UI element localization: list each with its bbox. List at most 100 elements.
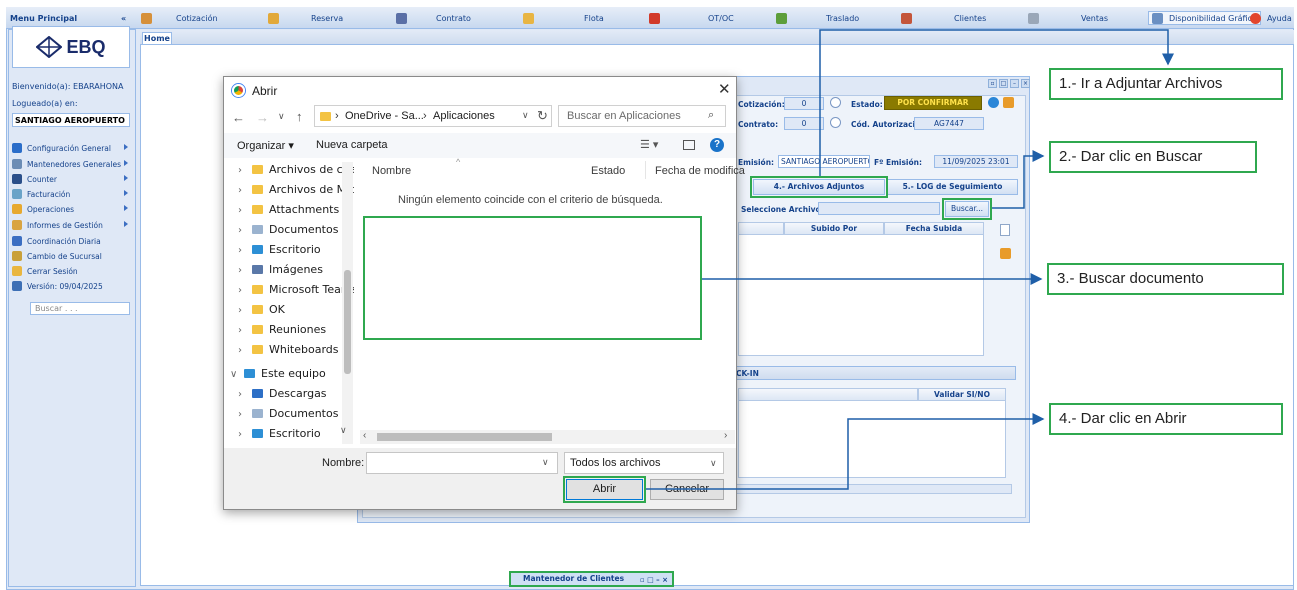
dialog-close-icon[interactable]: ✕ [718, 80, 731, 98]
file-type-select[interactable]: Todos los archivos ∨ [564, 452, 724, 474]
topbar-traslado[interactable]: Traslado [826, 11, 859, 25]
disponibilidad-button[interactable]: Disponibilidad Gráfica [1148, 11, 1261, 25]
tree-scroll-thumb[interactable] [344, 270, 351, 374]
tree-item[interactable]: › Whiteboards [238, 341, 338, 359]
email-icon[interactable] [1000, 248, 1011, 259]
file-type-dropdown-icon[interactable]: ∨ [710, 458, 717, 469]
sidebar-item-1[interactable]: Configuración General [12, 141, 130, 155]
back-icon[interactable]: ← [232, 110, 245, 125]
expand-chevron-icon[interactable]: › [238, 262, 252, 280]
up-icon[interactable]: ↑ [296, 109, 303, 124]
sidebar-item-4[interactable]: Facturación [12, 187, 130, 201]
dialog-search-icon[interactable]: ⌕ [708, 109, 714, 122]
topbar-cotizacion[interactable] [141, 11, 152, 25]
preview-pane-icon[interactable] [683, 140, 695, 150]
sidebar-item-3[interactable]: Counter [12, 172, 130, 186]
filename-dropdown-icon[interactable]: ∨ [542, 457, 549, 468]
expand-chevron-icon[interactable]: › [238, 222, 252, 240]
address-bar[interactable]: › OneDrive - Sa... › Aplicaciones ∨ ↻ [314, 105, 552, 127]
restore-icon[interactable]: ▫ [988, 79, 997, 88]
expand-chevron-icon[interactable]: › [238, 342, 252, 360]
topbar-contrato[interactable]: Contrato [436, 11, 471, 25]
recent-dropdown-icon[interactable]: ∨ [278, 111, 285, 122]
contrato-field[interactable]: 0 [784, 117, 824, 130]
sidebar-item-2[interactable]: Mantenedores Generales [12, 157, 130, 171]
sidebar-item-7[interactable]: Coordinación Diaria [12, 234, 130, 248]
tab-home[interactable]: Home [142, 32, 172, 44]
sidebar-item-5[interactable]: Operaciones [12, 202, 130, 216]
expand-chevron-icon[interactable]: › [238, 182, 252, 200]
nueva-carpeta-button[interactable]: Nueva carpeta [316, 139, 388, 151]
column-fecha[interactable]: Fecha de modifica [655, 165, 745, 177]
view-options-icon[interactable]: ☰ ▾ [640, 138, 658, 151]
emision-select[interactable]: SANTIAGO AEROPUERTO [778, 155, 870, 168]
tab-log-seguimiento[interactable]: 5.- LOG de Seguimiento [887, 179, 1018, 195]
cancelar-button[interactable]: Cancelar [650, 479, 724, 500]
expand-chevron-icon[interactable]: › [238, 162, 252, 180]
expand-chevron-icon[interactable]: › [238, 426, 252, 444]
dialog-search-input[interactable]: Buscar en Aplicaciones ⌕ [558, 105, 726, 127]
scroll-right-icon[interactable]: › [724, 430, 727, 441]
mail-icon[interactable] [1003, 97, 1014, 108]
cotizacion-field[interactable]: 0 [784, 97, 824, 110]
tree-scroll-down-icon[interactable]: ∨ [340, 425, 347, 436]
search-icon[interactable] [830, 97, 841, 108]
checkin-col-validar[interactable]: Validar SI/NO [918, 388, 1006, 401]
taskbar-mantenedor-clientes[interactable]: Mantenedor de Clientes ▫ □ – × [509, 571, 674, 587]
topbar-otoc[interactable]: OT/OC [708, 11, 734, 25]
sidebar-item-8[interactable]: Cambio de Sucursal [12, 249, 130, 263]
forward-icon[interactable]: → [256, 110, 269, 125]
h-scroll-thumb[interactable] [377, 433, 552, 441]
new-doc-icon[interactable] [1000, 224, 1010, 236]
expand-chevron-icon[interactable]: › [238, 282, 252, 300]
expand-chevron-icon[interactable]: › [238, 242, 252, 260]
expand-chevron-icon[interactable]: › [238, 302, 252, 320]
tree-item[interactable]: › Microsoft Teams [238, 281, 354, 299]
breadcrumb-aplicaciones[interactable]: Aplicaciones [433, 110, 495, 122]
grid-col-subido[interactable]: Subido Por [784, 222, 884, 235]
sidebar-item-6[interactable]: Informes de Gestión [12, 218, 130, 232]
topbar-ventas[interactable]: Ventas [1081, 11, 1108, 25]
grid-col-fecha[interactable]: Fecha Subida [884, 222, 984, 235]
scroll-left-icon[interactable]: ‹ [363, 430, 366, 441]
help-button[interactable]: Ayuda [1250, 11, 1292, 25]
sidebar-item-9[interactable]: Cerrar Sesión [12, 264, 130, 278]
taskbar-window-controls[interactable]: ▫ □ – × [640, 574, 668, 586]
tree-item[interactable]: › Escritorio [238, 425, 321, 443]
autorizacion-field[interactable]: AG7447 [914, 117, 984, 130]
tree-item[interactable]: › Archivos de Micr [238, 181, 354, 199]
tree-item-este-equipo[interactable]: ∨ Este equipo [230, 365, 326, 383]
collapse-button[interactable]: « [121, 11, 126, 25]
tree-item[interactable]: › Escritorio [238, 241, 321, 259]
horizontal-scrollbar[interactable]: ‹ › [360, 430, 735, 444]
tree-item[interactable]: › Imágenes [238, 261, 323, 279]
file-path-field[interactable] [818, 202, 940, 215]
sidebar-item-10[interactable]: Versión: 09/04/2025 [12, 279, 130, 293]
address-dropdown-icon[interactable]: ∨ [522, 110, 529, 121]
minimize-icon[interactable]: – [1010, 79, 1019, 88]
sidebar-search-input[interactable]: Buscar . . . [30, 302, 130, 315]
column-estado[interactable]: Estado [591, 165, 625, 177]
expand-chevron-icon[interactable]: › [238, 406, 252, 424]
expand-chevron-icon[interactable]: › [238, 322, 252, 340]
tree-scrollbar[interactable] [342, 162, 353, 444]
tree-item[interactable]: › Archivos de chat [238, 161, 354, 179]
expand-chevron-icon[interactable]: › [238, 202, 252, 220]
filename-input[interactable] [366, 452, 558, 474]
tree-item[interactable]: › Documentos [238, 405, 338, 423]
topbar-cotizacion-label[interactable]: Cotización [176, 11, 218, 25]
tree-item[interactable]: › OK [238, 301, 285, 319]
tree-item[interactable]: › Attachments [238, 201, 339, 219]
close-icon[interactable]: × [1021, 79, 1030, 88]
tree-item[interactable]: › Reuniones [238, 321, 326, 339]
topbar-flota[interactable]: Flota [584, 11, 604, 25]
maximize-icon[interactable]: □ [999, 79, 1008, 88]
refresh-icon[interactable] [988, 97, 999, 108]
refresh-address-icon[interactable]: ↻ [537, 108, 548, 124]
expand-chevron-icon[interactable]: › [238, 386, 252, 404]
topbar-clientes[interactable]: Clientes [954, 11, 986, 25]
breadcrumb-onedrive[interactable]: OneDrive - Sa... [345, 110, 424, 122]
help-icon[interactable]: ? [710, 138, 724, 152]
tree-item[interactable]: › Documentos [238, 221, 338, 239]
organizar-button[interactable]: Organizar ▾ [237, 139, 294, 152]
